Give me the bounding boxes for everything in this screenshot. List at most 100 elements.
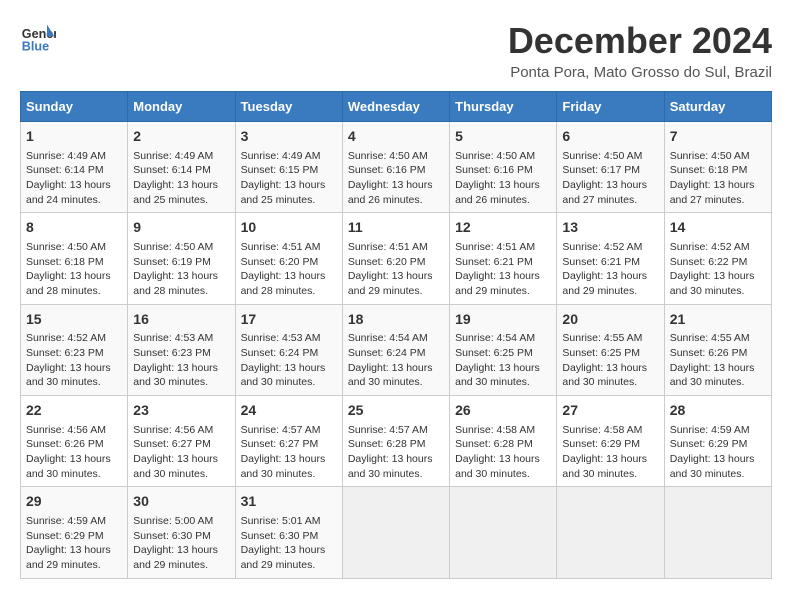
logo: General Blue [20, 20, 56, 56]
day-cell: 10Sunrise: 4:51 AM Sunset: 6:20 PM Dayli… [235, 213, 342, 304]
column-header-wednesday: Wednesday [342, 92, 449, 122]
day-cell [342, 487, 449, 578]
day-cell [664, 487, 771, 578]
day-info: Sunrise: 4:50 AM Sunset: 6:16 PM Dayligh… [348, 149, 444, 208]
day-info: Sunrise: 4:53 AM Sunset: 6:23 PM Dayligh… [133, 331, 229, 390]
day-number: 28 [670, 401, 766, 421]
day-info: Sunrise: 4:57 AM Sunset: 6:28 PM Dayligh… [348, 423, 444, 482]
day-number: 30 [133, 492, 229, 512]
day-number: 26 [455, 401, 551, 421]
day-cell: 7Sunrise: 4:50 AM Sunset: 6:18 PM Daylig… [664, 122, 771, 213]
day-info: Sunrise: 4:52 AM Sunset: 6:22 PM Dayligh… [670, 240, 766, 299]
day-info: Sunrise: 4:59 AM Sunset: 6:29 PM Dayligh… [670, 423, 766, 482]
title-block: December 2024 Ponta Pora, Mato Grosso do… [508, 20, 772, 81]
day-number: 17 [241, 310, 337, 330]
day-number: 20 [562, 310, 658, 330]
day-cell: 4Sunrise: 4:50 AM Sunset: 6:16 PM Daylig… [342, 122, 449, 213]
day-cell: 30Sunrise: 5:00 AM Sunset: 6:30 PM Dayli… [128, 487, 235, 578]
week-row-4: 22Sunrise: 4:56 AM Sunset: 6:26 PM Dayli… [21, 396, 772, 487]
day-info: Sunrise: 4:52 AM Sunset: 6:21 PM Dayligh… [562, 240, 658, 299]
day-cell: 21Sunrise: 4:55 AM Sunset: 6:26 PM Dayli… [664, 304, 771, 395]
logo-icon: General Blue [20, 20, 56, 56]
day-cell: 20Sunrise: 4:55 AM Sunset: 6:25 PM Dayli… [557, 304, 664, 395]
day-cell: 15Sunrise: 4:52 AM Sunset: 6:23 PM Dayli… [21, 304, 128, 395]
day-number: 13 [562, 218, 658, 238]
day-info: Sunrise: 4:55 AM Sunset: 6:25 PM Dayligh… [562, 331, 658, 390]
day-info: Sunrise: 4:58 AM Sunset: 6:29 PM Dayligh… [562, 423, 658, 482]
day-number: 1 [26, 127, 122, 147]
day-info: Sunrise: 4:53 AM Sunset: 6:24 PM Dayligh… [241, 331, 337, 390]
day-number: 27 [562, 401, 658, 421]
day-info: Sunrise: 4:59 AM Sunset: 6:29 PM Dayligh… [26, 514, 122, 573]
day-cell: 27Sunrise: 4:58 AM Sunset: 6:29 PM Dayli… [557, 396, 664, 487]
day-cell: 26Sunrise: 4:58 AM Sunset: 6:28 PM Dayli… [450, 396, 557, 487]
week-row-2: 8Sunrise: 4:50 AM Sunset: 6:18 PM Daylig… [21, 213, 772, 304]
week-row-1: 1Sunrise: 4:49 AM Sunset: 6:14 PM Daylig… [21, 122, 772, 213]
column-header-monday: Monday [128, 92, 235, 122]
day-number: 11 [348, 218, 444, 238]
calendar-title: December 2024 [508, 20, 772, 62]
day-number: 8 [26, 218, 122, 238]
day-cell: 22Sunrise: 4:56 AM Sunset: 6:26 PM Dayli… [21, 396, 128, 487]
week-row-3: 15Sunrise: 4:52 AM Sunset: 6:23 PM Dayli… [21, 304, 772, 395]
day-info: Sunrise: 4:50 AM Sunset: 6:18 PM Dayligh… [670, 149, 766, 208]
day-number: 2 [133, 127, 229, 147]
day-cell [557, 487, 664, 578]
day-cell: 5Sunrise: 4:50 AM Sunset: 6:16 PM Daylig… [450, 122, 557, 213]
day-cell: 1Sunrise: 4:49 AM Sunset: 6:14 PM Daylig… [21, 122, 128, 213]
page-header: General Blue December 2024 Ponta Pora, M… [20, 20, 772, 81]
day-number: 7 [670, 127, 766, 147]
day-cell: 25Sunrise: 4:57 AM Sunset: 6:28 PM Dayli… [342, 396, 449, 487]
column-header-sunday: Sunday [21, 92, 128, 122]
day-cell: 13Sunrise: 4:52 AM Sunset: 6:21 PM Dayli… [557, 213, 664, 304]
svg-text:Blue: Blue [22, 40, 49, 54]
day-cell: 8Sunrise: 4:50 AM Sunset: 6:18 PM Daylig… [21, 213, 128, 304]
day-info: Sunrise: 4:49 AM Sunset: 6:14 PM Dayligh… [26, 149, 122, 208]
day-info: Sunrise: 4:54 AM Sunset: 6:25 PM Dayligh… [455, 331, 551, 390]
day-cell: 12Sunrise: 4:51 AM Sunset: 6:21 PM Dayli… [450, 213, 557, 304]
day-number: 10 [241, 218, 337, 238]
column-header-row: SundayMondayTuesdayWednesdayThursdayFrid… [21, 92, 772, 122]
day-cell: 3Sunrise: 4:49 AM Sunset: 6:15 PM Daylig… [235, 122, 342, 213]
day-info: Sunrise: 4:50 AM Sunset: 6:16 PM Dayligh… [455, 149, 551, 208]
day-info: Sunrise: 4:54 AM Sunset: 6:24 PM Dayligh… [348, 331, 444, 390]
day-number: 5 [455, 127, 551, 147]
day-cell: 11Sunrise: 4:51 AM Sunset: 6:20 PM Dayli… [342, 213, 449, 304]
day-info: Sunrise: 4:49 AM Sunset: 6:14 PM Dayligh… [133, 149, 229, 208]
day-cell: 18Sunrise: 4:54 AM Sunset: 6:24 PM Dayli… [342, 304, 449, 395]
day-cell: 2Sunrise: 4:49 AM Sunset: 6:14 PM Daylig… [128, 122, 235, 213]
day-number: 16 [133, 310, 229, 330]
day-info: Sunrise: 4:55 AM Sunset: 6:26 PM Dayligh… [670, 331, 766, 390]
day-info: Sunrise: 4:52 AM Sunset: 6:23 PM Dayligh… [26, 331, 122, 390]
day-number: 18 [348, 310, 444, 330]
day-number: 3 [241, 127, 337, 147]
day-info: Sunrise: 4:51 AM Sunset: 6:20 PM Dayligh… [241, 240, 337, 299]
day-cell: 19Sunrise: 4:54 AM Sunset: 6:25 PM Dayli… [450, 304, 557, 395]
day-number: 23 [133, 401, 229, 421]
week-row-5: 29Sunrise: 4:59 AM Sunset: 6:29 PM Dayli… [21, 487, 772, 578]
day-info: Sunrise: 4:58 AM Sunset: 6:28 PM Dayligh… [455, 423, 551, 482]
day-cell: 31Sunrise: 5:01 AM Sunset: 6:30 PM Dayli… [235, 487, 342, 578]
day-number: 21 [670, 310, 766, 330]
day-info: Sunrise: 4:56 AM Sunset: 6:27 PM Dayligh… [133, 423, 229, 482]
day-cell: 16Sunrise: 4:53 AM Sunset: 6:23 PM Dayli… [128, 304, 235, 395]
day-info: Sunrise: 4:51 AM Sunset: 6:21 PM Dayligh… [455, 240, 551, 299]
day-number: 25 [348, 401, 444, 421]
day-info: Sunrise: 4:56 AM Sunset: 6:26 PM Dayligh… [26, 423, 122, 482]
column-header-thursday: Thursday [450, 92, 557, 122]
day-cell: 6Sunrise: 4:50 AM Sunset: 6:17 PM Daylig… [557, 122, 664, 213]
column-header-tuesday: Tuesday [235, 92, 342, 122]
day-cell: 29Sunrise: 4:59 AM Sunset: 6:29 PM Dayli… [21, 487, 128, 578]
day-cell: 28Sunrise: 4:59 AM Sunset: 6:29 PM Dayli… [664, 396, 771, 487]
calendar-body: 1Sunrise: 4:49 AM Sunset: 6:14 PM Daylig… [21, 122, 772, 579]
day-number: 31 [241, 492, 337, 512]
day-number: 19 [455, 310, 551, 330]
day-cell: 14Sunrise: 4:52 AM Sunset: 6:22 PM Dayli… [664, 213, 771, 304]
day-number: 22 [26, 401, 122, 421]
day-number: 4 [348, 127, 444, 147]
day-number: 15 [26, 310, 122, 330]
day-info: Sunrise: 4:50 AM Sunset: 6:17 PM Dayligh… [562, 149, 658, 208]
day-number: 24 [241, 401, 337, 421]
calendar-subtitle: Ponta Pora, Mato Grosso do Sul, Brazil [508, 64, 772, 81]
day-number: 12 [455, 218, 551, 238]
